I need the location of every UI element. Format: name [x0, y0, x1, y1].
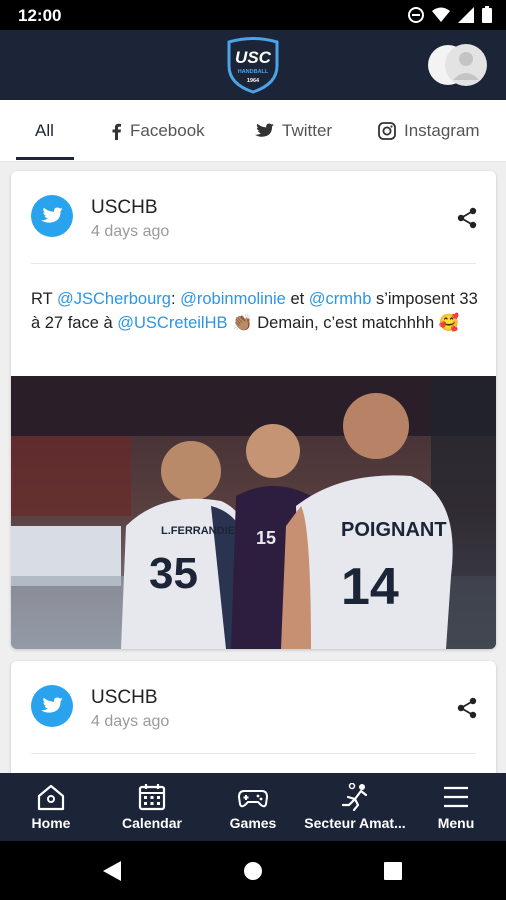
post-author: USCHB	[91, 687, 158, 708]
logo-subtext: HANDBALL	[238, 69, 269, 75]
divider	[31, 263, 476, 264]
nav-label: Menu	[437, 815, 475, 831]
mention-link[interactable]: @robinmolinie	[180, 290, 286, 308]
social-feed[interactable]: USCHB 4 days ago RT @JSCherbourg: @robin…	[0, 162, 506, 773]
status-time: 12:00	[18, 6, 62, 25]
tab-label: Twitter	[282, 121, 333, 140]
home-button-icon[interactable]	[243, 861, 263, 881]
nav-label: Games	[229, 815, 277, 831]
post-card[interactable]: USCHB 4 days ago RT @JSCherbourg: @robin…	[11, 171, 496, 649]
tab-facebook[interactable]: Facebook	[110, 100, 205, 162]
tab-all[interactable]: All	[35, 100, 54, 162]
tab-label: Facebook	[130, 121, 205, 140]
mention-link[interactable]: @JSCherbourg	[57, 290, 171, 308]
nav-label: Calendar	[122, 815, 182, 831]
logo-text: USC	[235, 48, 272, 67]
tab-instagram[interactable]: Instagram	[378, 100, 480, 162]
menu-icon	[444, 786, 468, 808]
nav-label: Home	[31, 815, 71, 831]
active-tab-indicator	[16, 157, 74, 160]
gamepad-icon	[238, 790, 268, 808]
twitter-avatar	[31, 195, 73, 237]
nav-calendar[interactable]: Calendar	[117, 773, 187, 841]
mention-link[interactable]: @USCreteilHB	[117, 314, 227, 332]
post-card[interactable]: USCHB 4 days ago	[11, 661, 496, 773]
back-icon[interactable]	[102, 860, 122, 882]
nav-home[interactable]: Home	[22, 773, 80, 841]
status-bar: 12:00	[0, 0, 506, 30]
twitter-icon	[255, 123, 274, 137]
nav-label: Secteur Amat...	[304, 815, 406, 831]
twitter-bird-icon	[41, 207, 63, 223]
jersey-right-name: POIGNANT	[341, 519, 447, 541]
tab-label: All	[35, 121, 54, 140]
jersey-left-number: 35	[149, 549, 198, 598]
battery-icon	[482, 6, 492, 23]
tab-twitter[interactable]: Twitter	[255, 100, 332, 162]
share-icon[interactable]	[456, 697, 478, 719]
club-logo[interactable]: USC HANDBALL 1964	[223, 36, 283, 94]
post-photo[interactable]: L.FERRANDIER 35 15 POIGNANT 14	[11, 376, 496, 649]
nav-games[interactable]: Games	[220, 773, 286, 841]
do-not-disturb-icon	[408, 6, 424, 23]
post-text: RT @JSCherbourg: @robinmolinie et @crmhb…	[31, 290, 478, 332]
mention-link[interactable]: @crmhb	[309, 290, 372, 308]
post-time: 4 days ago	[91, 713, 170, 730]
twitter-bird-icon	[41, 697, 63, 713]
twitter-avatar	[31, 685, 73, 727]
signal-icon	[458, 6, 474, 23]
nav-menu[interactable]: Menu	[430, 773, 482, 841]
account-avatar-button[interactable]	[426, 42, 488, 88]
divider	[31, 753, 476, 754]
jersey-left-name: L.FERRANDIER	[161, 525, 243, 537]
nav-secteur-amateur[interactable]: Secteur Amat...	[300, 773, 410, 841]
calendar-icon	[138, 784, 166, 811]
bottom-navigation: Home Calendar Games Secteur Amat... Menu	[0, 773, 506, 841]
system-navigation-bar	[0, 841, 506, 900]
facebook-icon	[112, 123, 121, 140]
tab-label: Instagram	[404, 121, 480, 140]
jersey-right-number: 14	[341, 558, 399, 616]
wifi-icon	[432, 7, 450, 22]
recents-icon[interactable]	[384, 862, 402, 880]
post-author: USCHB	[91, 197, 158, 218]
home-icon	[37, 784, 65, 811]
source-tabs: All Facebook Twitter Instagram	[0, 100, 506, 162]
post-time: 4 days ago	[91, 223, 170, 240]
handball-player-icon	[341, 783, 368, 811]
instagram-icon	[378, 122, 396, 140]
jersey-center-number: 15	[256, 528, 276, 548]
share-icon[interactable]	[456, 207, 478, 229]
logo-year: 1964	[247, 78, 260, 84]
app-header: USC HANDBALL 1964	[0, 30, 506, 100]
